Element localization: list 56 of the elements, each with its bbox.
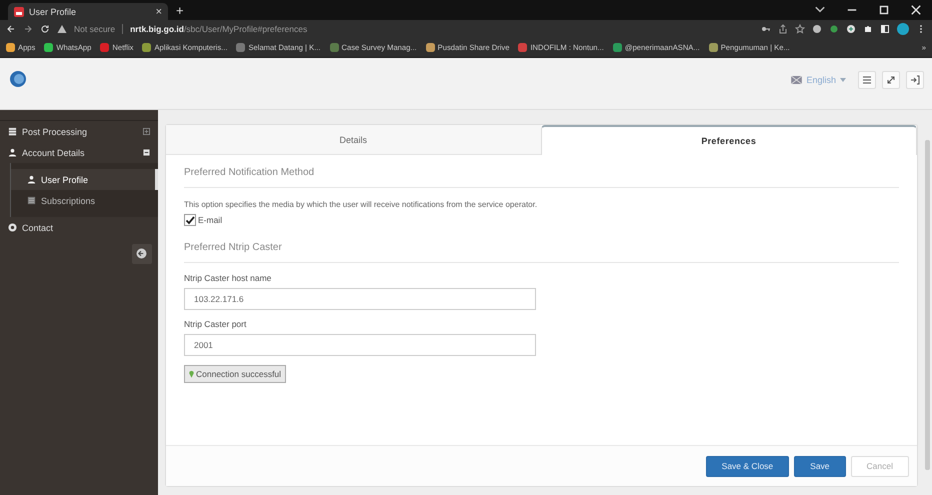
security-label: Not secure: [74, 24, 116, 34]
field-label: Ntrip Caster host name: [184, 273, 272, 283]
sidebar-item[interactable]: Contact: [0, 217, 158, 238]
list-icon: [27, 196, 36, 205]
menu-button[interactable]: [858, 70, 876, 88]
tab[interactable]: Preferences: [540, 125, 917, 155]
star-icon[interactable]: [795, 24, 805, 34]
scrollbar-thumb[interactable]: [925, 140, 930, 470]
checkbox[interactable]: [184, 214, 196, 226]
new-tab-button[interactable]: +: [176, 3, 184, 18]
puzzle-icon[interactable]: [863, 24, 873, 34]
action-button[interactable]: Save: [794, 456, 846, 476]
collapse-icon[interactable]: [143, 149, 150, 156]
expand-icon[interactable]: [143, 128, 150, 135]
forward-icon[interactable]: [23, 24, 33, 34]
sidebar-item[interactable]: Post Processing: [0, 121, 158, 142]
avatar-icon[interactable]: [897, 23, 909, 35]
sidebar-item[interactable]: Subscriptions: [11, 190, 158, 211]
arrow-icon: [136, 248, 147, 259]
input-field[interactable]: 2001: [184, 334, 536, 356]
logout-icon: [910, 74, 920, 84]
input-field[interactable]: 103.22.171.6: [184, 288, 536, 310]
extension-icon[interactable]: [846, 24, 856, 34]
section-heading: Preferred Ntrip Caster: [184, 242, 899, 263]
sidebar-icon[interactable]: [880, 24, 890, 34]
warning-icon: [57, 24, 67, 34]
app-icon: [14, 6, 24, 16]
sidebar-item[interactable]: Account Details: [0, 142, 158, 163]
menu-icon: [862, 74, 872, 84]
contact-icon: [8, 223, 17, 232]
close-icon[interactable]: [909, 3, 923, 17]
tab-close[interactable]: ×: [156, 6, 162, 18]
reload-icon[interactable]: [40, 24, 50, 34]
collapse-sidebar-button[interactable]: [132, 244, 152, 264]
status-text: Connection successful: [196, 369, 282, 379]
field-label: Ntrip Caster port: [184, 319, 246, 329]
key-icon[interactable]: [761, 24, 771, 34]
tab-title: User Profile: [29, 6, 78, 16]
pin-icon: [189, 370, 194, 378]
url-text[interactable]: nrtk.big.go.id/sbc/User/MyProfile#preferences: [122, 24, 308, 34]
logout-button[interactable]: [906, 70, 924, 88]
expand-icon: [886, 74, 896, 84]
back-icon[interactable]: [6, 24, 16, 34]
share-icon[interactable]: [778, 24, 788, 34]
user-icon: [8, 148, 17, 157]
description-text: This option specifies the media by which the user will receive notifications from the service operator.: [184, 200, 538, 209]
maximize-icon[interactable]: [877, 3, 891, 17]
database-icon: [8, 127, 17, 136]
fullscreen-button[interactable]: [882, 70, 900, 88]
tab[interactable]: Details: [166, 125, 540, 155]
action-button[interactable]: Save & Close: [706, 456, 790, 476]
browser-tab[interactable]: User Profile ×: [8, 3, 168, 20]
checkbox-label: E-mail: [198, 215, 222, 225]
sidebar-item[interactable]: User Profile: [11, 169, 158, 190]
section-heading: Preferred Notification Method: [184, 167, 899, 188]
user-icon: [27, 175, 36, 184]
